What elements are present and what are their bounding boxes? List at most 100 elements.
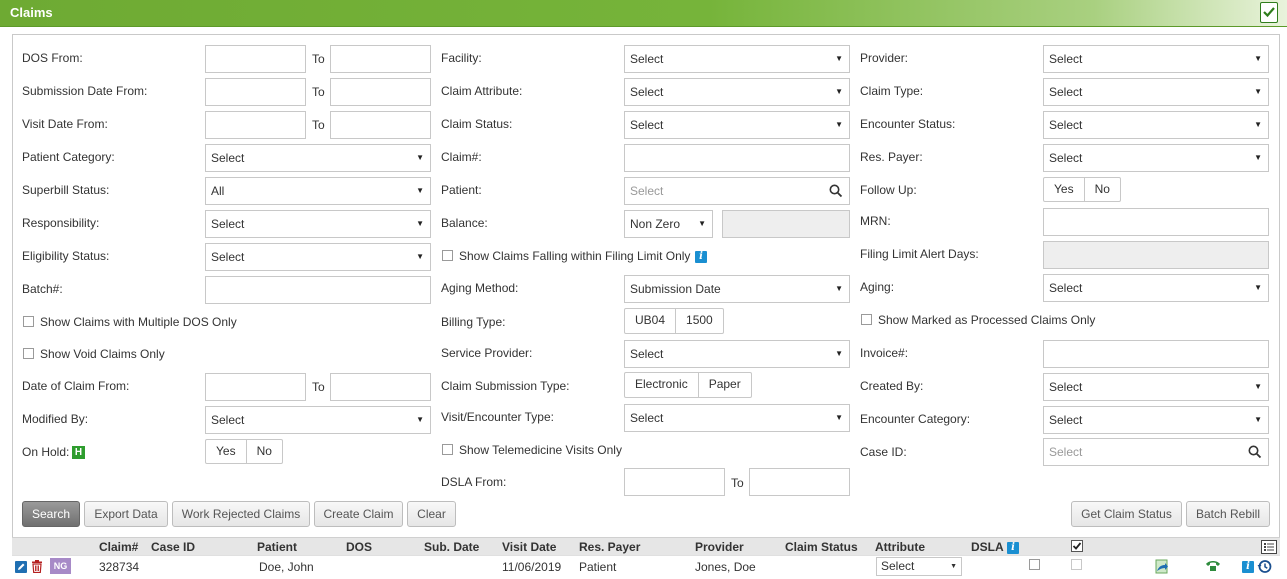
encounter-category-select[interactable]: Select <box>1043 406 1269 434</box>
on-hold-yes[interactable]: Yes <box>206 440 247 463</box>
cell-provider: Jones, Doe <box>695 560 756 574</box>
encounter-status-select[interactable]: Select <box>1043 111 1269 139</box>
col-dos[interactable]: DOS <box>346 540 372 554</box>
modified-by-select[interactable]: Select <box>205 406 431 434</box>
row-info-icon[interactable]: i <box>1242 561 1254 573</box>
follow-up-yes[interactable]: Yes <box>1044 178 1085 201</box>
edit-icon[interactable] <box>15 561 27 576</box>
date-of-claim-from-input[interactable] <box>205 373 306 401</box>
filing-limit-checkbox[interactable] <box>442 250 453 261</box>
submission-date-to-input[interactable] <box>330 78 431 106</box>
visit-date-from-input[interactable] <box>205 111 306 139</box>
search-icon[interactable] <box>1248 445 1262 459</box>
delete-icon[interactable] <box>31 560 43 576</box>
billing-type-ub04[interactable]: UB04 <box>625 309 677 333</box>
on-hold-no[interactable]: No <box>247 440 282 463</box>
cell-patient[interactable]: Doe, John <box>259 560 314 574</box>
grid-header: Claim# Case ID Patient DOS Sub. Date Vis… <box>12 537 1280 555</box>
claim-attribute-select[interactable]: Select <box>624 78 850 106</box>
on-hold-label: On Hold: <box>22 445 70 459</box>
get-claim-status-button[interactable]: Get Claim Status <box>1071 501 1182 527</box>
dos-to-input[interactable] <box>330 45 431 73</box>
col-case-id[interactable]: Case ID <box>151 540 195 554</box>
billing-type-toggle: UB04 1500 <box>624 308 724 334</box>
submission-electronic[interactable]: Electronic <box>625 373 699 397</box>
row-processed-checkbox[interactable] <box>1029 559 1040 570</box>
col-dsla[interactable]: DSLA <box>971 540 1004 554</box>
void-claims-label: Show Void Claims Only <box>40 347 165 361</box>
res-payer-select[interactable]: Select <box>1043 144 1269 172</box>
dos-from-input[interactable] <box>205 45 306 73</box>
superbill-status-label: Superbill Status: <box>22 183 110 197</box>
balance-select[interactable]: Non Zero <box>624 210 713 238</box>
col-claim[interactable]: Claim# <box>99 540 138 554</box>
patient-category-select[interactable]: Select <box>205 144 431 172</box>
col-sub-date[interactable]: Sub. Date <box>424 540 479 554</box>
claim-type-select[interactable]: Select <box>1043 78 1269 106</box>
select-all-checkbox[interactable] <box>1071 540 1083 552</box>
telemedicine-checkbox[interactable] <box>442 444 453 455</box>
col-attribute[interactable]: Attribute <box>875 540 925 554</box>
aging-method-select[interactable]: Submission Date <box>624 275 850 303</box>
follow-up-label: Follow Up: <box>860 183 917 197</box>
patient-search-input[interactable]: Select <box>624 177 850 205</box>
col-patient[interactable]: Patient <box>257 540 297 554</box>
visit-encounter-type-select[interactable]: Select <box>624 404 850 432</box>
date-of-claim-to-input[interactable] <box>330 373 431 401</box>
aging-select[interactable]: Select <box>1043 274 1269 302</box>
info-icon[interactable]: i <box>695 251 707 263</box>
created-by-select[interactable]: Select <box>1043 373 1269 401</box>
search-button[interactable]: Search <box>22 501 80 527</box>
visit-date-to-input[interactable] <box>330 111 431 139</box>
invoice-label: Invoice#: <box>860 346 909 360</box>
on-hold-toggle: Yes No <box>205 439 283 464</box>
dos-from-label: DOS From: <box>22 51 83 65</box>
batch-input[interactable] <box>205 276 431 304</box>
provider-select[interactable]: Select <box>1043 45 1269 73</box>
row-attribute-select[interactable]: Select <box>876 557 962 576</box>
col-visit-date[interactable]: Visit Date <box>502 540 556 554</box>
claim-no-input[interactable] <box>624 144 850 172</box>
col-provider[interactable]: Provider <box>695 540 744 554</box>
batch-rebill-button[interactable]: Batch Rebill <box>1186 501 1270 527</box>
phone-icon[interactable] <box>1205 560 1221 575</box>
clear-button[interactable]: Clear <box>407 501 456 527</box>
submission-paper[interactable]: Paper <box>699 373 751 397</box>
marked-processed-checkbox[interactable] <box>861 314 872 325</box>
claim-status-select[interactable]: Select <box>624 111 850 139</box>
service-provider-select[interactable]: Select <box>624 340 850 368</box>
work-rejected-claims-button[interactable]: Work Rejected Claims <box>172 501 310 527</box>
facility-label: Facility: <box>441 51 482 65</box>
table-row[interactable]: NG 328734 Doe, John 11/06/2019 Patient J… <box>12 555 1280 579</box>
facility-select[interactable]: Select <box>624 45 850 73</box>
case-id-placeholder: Select <box>1049 445 1083 459</box>
search-icon[interactable] <box>829 184 843 198</box>
void-claims-checkbox[interactable] <box>23 348 34 359</box>
col-claim-status[interactable]: Claim Status <box>785 540 858 554</box>
submission-date-from-input[interactable] <box>205 78 306 106</box>
clipboard-check-icon[interactable] <box>1260 2 1278 23</box>
cell-claim[interactable]: 328734 <box>99 560 139 574</box>
eligibility-status-select[interactable]: Select <box>205 243 431 271</box>
responsibility-select[interactable]: Select <box>205 210 431 238</box>
billing-type-1500[interactable]: 1500 <box>676 309 723 333</box>
dsla-from-input[interactable] <box>624 468 725 496</box>
invoice-input[interactable] <box>1043 340 1269 368</box>
dsla-to-input[interactable] <box>749 468 850 496</box>
create-claim-button[interactable]: Create Claim <box>314 501 403 527</box>
visit-encounter-type-label: Visit/Encounter Type: <box>441 410 554 424</box>
mrn-input[interactable] <box>1043 208 1269 236</box>
superbill-status-select[interactable]: All <box>205 177 431 205</box>
history-icon[interactable] <box>1257 559 1272 577</box>
document-share-icon[interactable] <box>1154 559 1169 577</box>
eligibility-status-label: Eligibility Status: <box>22 249 110 263</box>
row-select-checkbox[interactable] <box>1071 559 1082 570</box>
follow-up-no[interactable]: No <box>1085 178 1120 201</box>
col-res-payer[interactable]: Res. Payer <box>579 540 640 554</box>
export-data-button[interactable]: Export Data <box>84 501 168 527</box>
dsla-info-icon[interactable]: i <box>1007 542 1019 554</box>
visit-date-from-label: Visit Date From: <box>22 117 108 131</box>
case-id-search-input[interactable]: Select <box>1043 438 1269 466</box>
title-bar: Claims <box>0 0 1287 27</box>
multiple-dos-checkbox[interactable] <box>23 316 34 327</box>
